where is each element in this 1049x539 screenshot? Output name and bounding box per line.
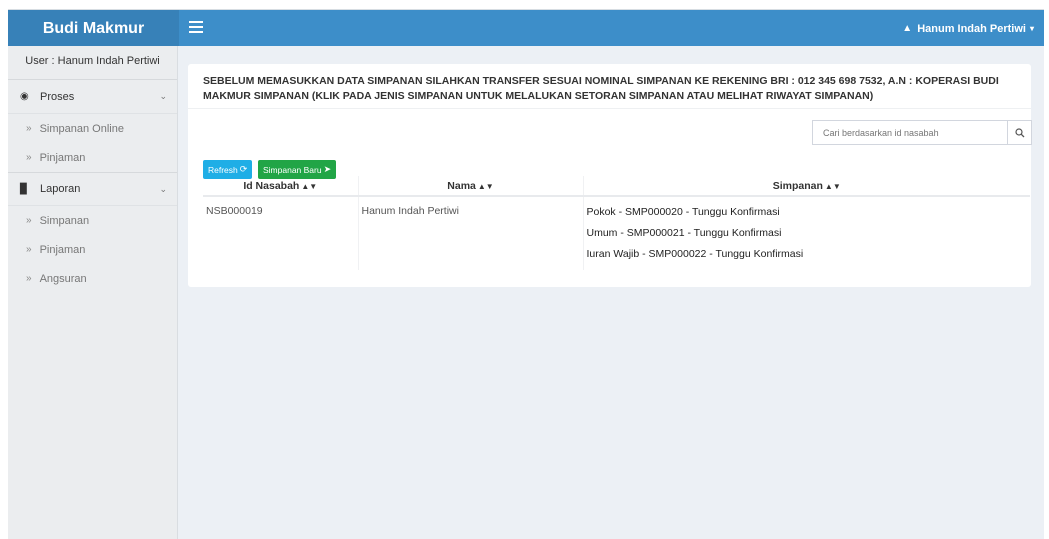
double-chevron-icon: » xyxy=(26,123,32,134)
sidebar-user-line: User : Hanum Indah Pertiwi xyxy=(8,46,177,80)
chevron-down-icon: ⌄ xyxy=(159,91,167,101)
sort-icon: ▲▼ xyxy=(301,181,318,191)
brand-logo[interactable]: Budi Makmur xyxy=(8,10,179,47)
column-header-id[interactable]: Id Nasabah ▲▼ xyxy=(203,176,359,197)
table-row: NSB000019 Hanum Indah Pertiwi Pokok - SM… xyxy=(203,196,1030,270)
search-button[interactable] xyxy=(1007,121,1031,144)
sidebar: User : Hanum Indah Pertiwi ◉ Proses ⌄ » S… xyxy=(8,46,178,539)
sidebar-item-label: Pinjaman xyxy=(39,151,86,164)
search-input[interactable] xyxy=(813,121,1007,144)
main-content: SEBELUM MEMASUKKAN DATA SIMPANAN SILAHKA… xyxy=(178,46,1044,539)
sidebar-group-label: Proses xyxy=(40,90,75,103)
sidebar-item-label: Simpanan xyxy=(39,214,90,227)
simpanan-link[interactable]: Umum - SMP000021 - Tunggu Konfirmasi xyxy=(587,226,1028,247)
simpanan-panel: SEBELUM MEMASUKKAN DATA SIMPANAN SILAHKA… xyxy=(188,64,1032,287)
column-header-nama[interactable]: Nama ▲▼ xyxy=(358,176,584,197)
transfer-notice: SEBELUM MEMASUKKAN DATA SIMPANAN SILAHKA… xyxy=(203,75,999,102)
sidebar-group-label: Laporan xyxy=(40,183,81,195)
double-chevron-icon: » xyxy=(26,152,32,163)
arrow-circle-right-icon: ➤ xyxy=(323,164,332,174)
cell-nama: Hanum Indah Pertiwi xyxy=(358,196,584,270)
sidebar-item-label: Pinjaman xyxy=(39,243,86,256)
top-navbar: Budi Makmur ▲ Hanum Indah Pertiwi ▾ xyxy=(8,9,1044,47)
user-icon: ▲ xyxy=(902,23,913,34)
simpanan-table: Id Nasabah ▲▼ Nama ▲▼ Simpanan ▲▼ NSB000019… xyxy=(203,176,1030,270)
sidebar-toggle-icon[interactable] xyxy=(189,21,203,33)
simpanan-link[interactable]: Pokok - SMP000020 - Tunggu Konfirmasi xyxy=(587,205,1028,226)
cell-id-nasabah: NSB000019 xyxy=(203,196,359,270)
search-icon xyxy=(1014,127,1024,137)
submenu-laporan: » Simpanan » Pinjaman » Angsuran xyxy=(8,206,177,293)
double-chevron-icon: » xyxy=(26,273,32,284)
panel-divider xyxy=(188,108,1031,109)
column-header-simpanan[interactable]: Simpanan ▲▼ xyxy=(583,176,1030,197)
simpanan-baru-label: Simpanan Baru xyxy=(263,164,322,175)
user-menu[interactable]: ▲ Hanum Indah Pertiwi ▾ xyxy=(902,10,1034,47)
submenu-proses: » Simpanan Online » Pinjaman xyxy=(8,114,177,172)
sidebar-item-pinjaman[interactable]: » Pinjaman xyxy=(8,143,177,172)
caret-down-icon: ▾ xyxy=(1029,24,1034,33)
sidebar-group-laporan[interactable]: ▉ Laporan ⌄ xyxy=(8,172,177,206)
sidebar-group-proses[interactable]: ◉ Proses ⌄ xyxy=(8,80,177,114)
user-menu-name: Hanum Indah Pertiwi xyxy=(917,22,1026,35)
sort-icon: ▲▼ xyxy=(824,181,841,191)
sidebar-item-simpanan-online[interactable]: » Simpanan Online xyxy=(8,114,177,143)
globe-icon: ◉ xyxy=(20,91,29,102)
double-chevron-icon: » xyxy=(26,244,32,255)
sidebar-item-laporan-pinjaman[interactable]: » Pinjaman xyxy=(8,235,177,264)
sidebar-item-laporan-angsuran[interactable]: » Angsuran xyxy=(8,264,177,293)
sidebar-item-label: Simpanan Online xyxy=(39,122,124,135)
chevron-down-icon: ⌄ xyxy=(159,183,167,194)
cell-simpanan: Pokok - SMP000020 - Tunggu Konfirmasi Um… xyxy=(583,196,1030,270)
sort-icon: ▲▼ xyxy=(477,181,494,191)
sidebar-item-label: Angsuran xyxy=(39,272,87,285)
search-box xyxy=(812,120,1032,145)
refresh-label: Refresh xyxy=(208,164,238,175)
double-chevron-icon: » xyxy=(26,215,32,226)
refresh-icon: ⟳ xyxy=(239,164,248,174)
simpanan-link[interactable]: Iuran Wajib - SMP000022 - Tunggu Konfirm… xyxy=(587,247,1028,268)
sidebar-item-laporan-simpanan[interactable]: » Simpanan xyxy=(8,206,177,235)
book-icon: ▉ xyxy=(20,183,28,195)
